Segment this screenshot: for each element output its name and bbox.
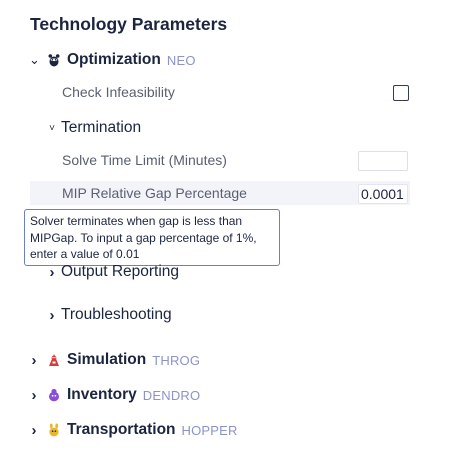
tooltip-line: MIPGap. To input a gap percentage of 1%,: [30, 230, 257, 245]
chevron-down-icon[interactable]: ⌄: [29, 53, 40, 66]
solve-time-limit-input[interactable]: [358, 151, 408, 171]
check-infeasibility-checkbox[interactable]: [393, 85, 409, 101]
engine-tag-optimization: NEO: [166, 52, 196, 68]
chevron-down-icon[interactable]: ˅: [47, 123, 57, 134]
dendro-icon: [47, 387, 61, 403]
engine-tag-simulation: THROG: [152, 352, 201, 368]
engine-name-optimization: Optimization: [67, 51, 161, 68]
chevron-right-icon[interactable]: ›: [47, 307, 57, 324]
section-termination-label: Termination: [61, 119, 142, 136]
section-output-reporting-label: Output Reporting: [61, 263, 180, 280]
engine-name-simulation: Simulation: [67, 351, 147, 368]
chevron-right-icon[interactable]: ›: [47, 264, 57, 281]
chevron-right-icon[interactable]: ›: [29, 422, 39, 439]
hopper-icon: [47, 422, 61, 438]
mip-gap-input[interactable]: [358, 184, 408, 204]
engine-tag-inventory: DENDRO: [142, 387, 201, 403]
engine-tag-transportation: HOPPER: [181, 422, 238, 438]
tooltip-line: Solver terminates when gap is less than: [30, 214, 243, 228]
section-troubleshooting-label: Troubleshooting: [61, 306, 172, 323]
page-title: Technology Parameters: [30, 14, 228, 34]
check-infeasibility-label: Check Infeasibility: [62, 84, 175, 100]
engine-name-transportation: Transportation: [67, 421, 176, 438]
solve-time-limit-label: Solve Time Limit (Minutes): [62, 152, 227, 168]
section-termination[interactable]: ˅ Termination: [47, 117, 141, 139]
raccoon-icon: [47, 52, 61, 68]
engine-transportation-header[interactable]: › Transportation HOPPER: [29, 419, 238, 441]
section-output-reporting[interactable]: › Output Reporting: [47, 261, 180, 283]
engine-name-inventory: Inventory: [67, 386, 137, 403]
chevron-right-icon[interactable]: ›: [29, 352, 39, 369]
mip-gap-label: MIP Relative Gap Percentage: [62, 185, 247, 201]
section-troubleshooting[interactable]: › Troubleshooting: [47, 304, 172, 326]
engine-simulation-header[interactable]: › Simulation THROG: [29, 349, 200, 371]
throg-icon: [47, 352, 61, 368]
chevron-right-icon[interactable]: ›: [29, 387, 39, 404]
mip-gap-tooltip: Solver terminates when gap is less than …: [24, 209, 280, 266]
engine-inventory-header[interactable]: › Inventory DENDRO: [29, 384, 201, 406]
engine-optimization-header[interactable]: ⌄ Optimization NEO: [29, 49, 196, 71]
